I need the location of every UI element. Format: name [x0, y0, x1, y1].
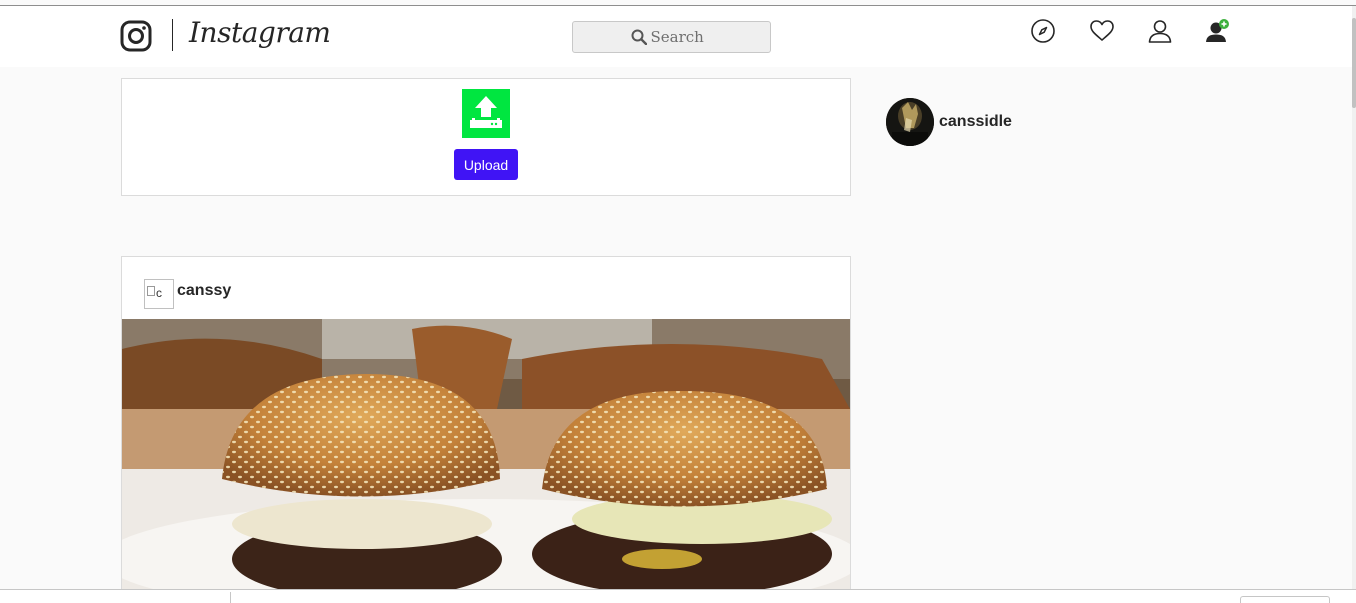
search-icon: [631, 29, 647, 45]
upload-icon[interactable]: [462, 89, 510, 138]
logo-divider: [172, 19, 173, 51]
profile-avatar[interactable]: [886, 98, 934, 146]
bottom-bar-tab[interactable]: [1240, 596, 1330, 603]
compass-icon[interactable]: [1030, 18, 1056, 44]
bottom-bar-divider: [230, 592, 231, 603]
instagram-wordmark[interactable]: Instagram: [189, 16, 331, 49]
profile-username[interactable]: canssidle: [939, 113, 1012, 131]
profile-avatar-image: [886, 98, 934, 146]
post-card: c canssy: [121, 256, 851, 596]
top-navbar: Instagram: [0, 6, 1352, 67]
sidebar-profile[interactable]: canssidle: [886, 98, 1012, 146]
bottom-bar: [0, 589, 1356, 603]
broken-image-icon: [147, 286, 155, 296]
search-box[interactable]: [572, 21, 771, 53]
user-icon[interactable]: [1147, 18, 1173, 44]
upload-button[interactable]: Upload: [454, 149, 518, 180]
instagram-camera-icon[interactable]: [120, 20, 152, 52]
page-scrollbar[interactable]: [1352, 6, 1356, 590]
post-username[interactable]: canssy: [177, 282, 231, 300]
search-input[interactable]: [650, 28, 713, 46]
post-avatar-alt: c: [156, 286, 162, 300]
heart-icon[interactable]: [1089, 18, 1115, 44]
post-avatar-broken-image[interactable]: c: [144, 279, 174, 309]
scrollbar-thumb[interactable]: [1352, 18, 1356, 108]
add-user-icon[interactable]: [1204, 18, 1230, 44]
upload-panel: Upload: [121, 78, 851, 196]
post-image[interactable]: [122, 319, 850, 596]
